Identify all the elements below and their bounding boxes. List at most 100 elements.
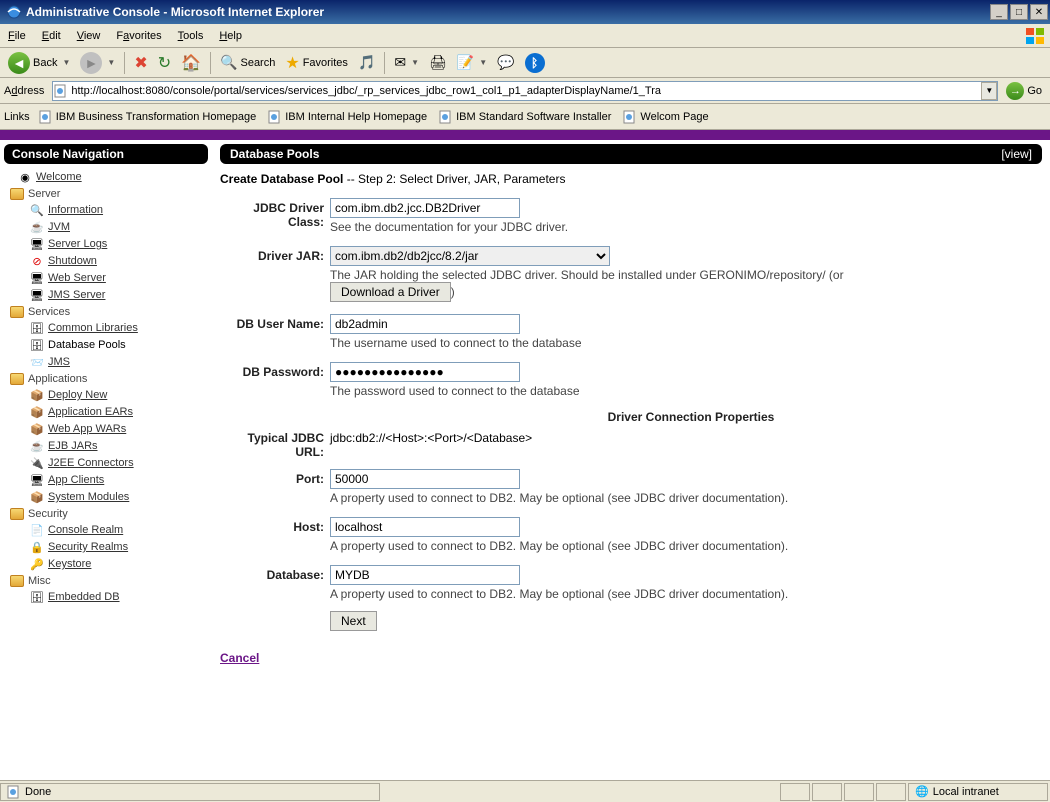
chevron-down-icon: ▼ bbox=[62, 58, 70, 67]
next-button[interactable]: Next bbox=[330, 611, 377, 631]
server-icon: 🖥 bbox=[30, 288, 44, 302]
hint-port: A property used to connect to DB2. May b… bbox=[330, 491, 1042, 505]
nav-system-modules[interactable]: System Modules bbox=[48, 491, 129, 503]
menu-help[interactable]: Help bbox=[219, 30, 242, 42]
stop-icon: ✖ bbox=[134, 53, 147, 73]
hint-driver-jar: The JAR holding the selected JDBC driver… bbox=[330, 268, 1042, 302]
hint-db-user: The username used to connect to the data… bbox=[330, 336, 1042, 350]
input-db-user[interactable] bbox=[330, 314, 520, 334]
mail-button[interactable]: ✉▼ bbox=[390, 52, 423, 73]
menu-favorites[interactable]: Favorites bbox=[116, 30, 161, 42]
accent-bar bbox=[0, 130, 1050, 140]
server-icon: 🖥 bbox=[30, 237, 44, 251]
stop-button[interactable]: ✖ bbox=[130, 51, 151, 75]
cancel-link[interactable]: Cancel bbox=[220, 651, 259, 665]
label-driver-class: JDBC Driver Class: bbox=[220, 198, 330, 244]
nav-welcome[interactable]: Welcome bbox=[36, 171, 82, 183]
nav-server-logs[interactable]: Server Logs bbox=[48, 238, 107, 250]
download-driver-button[interactable]: Download a Driver bbox=[330, 282, 451, 302]
db-icon: 🗄 bbox=[30, 338, 44, 352]
link-ibm-software[interactable]: IBM Standard Software Installer bbox=[436, 108, 614, 126]
address-input[interactable] bbox=[52, 81, 998, 101]
welcome-icon: ◉ bbox=[18, 170, 32, 184]
nav-embedded-db[interactable]: Embedded DB bbox=[48, 591, 120, 603]
input-driver-class[interactable] bbox=[330, 198, 520, 218]
separator bbox=[210, 52, 211, 74]
deploy-icon: 📦 bbox=[30, 388, 44, 402]
link-welcome[interactable]: Welcom Page bbox=[620, 108, 711, 126]
db-icon: 🗄 bbox=[30, 590, 44, 604]
main-panel: Database Pools [view] Create Database Po… bbox=[212, 140, 1050, 780]
menubar: File Edit View Favorites Tools Help bbox=[0, 24, 1050, 48]
hint-driver-class: See the documentation for your JDBC driv… bbox=[330, 220, 1042, 234]
window-title: Administrative Console - Microsoft Inter… bbox=[26, 5, 988, 19]
edit-button[interactable]: 📝▼ bbox=[453, 52, 491, 73]
nav-web-server[interactable]: Web Server bbox=[48, 272, 106, 284]
back-label: Back bbox=[33, 57, 57, 69]
status-cell-empty3 bbox=[844, 783, 874, 801]
home-button[interactable]: 🏠 bbox=[177, 51, 205, 75]
search-button[interactable]: 🔍Search bbox=[216, 52, 279, 73]
search-icon: 🔍 bbox=[220, 54, 237, 71]
link-ibm-help[interactable]: IBM Internal Help Homepage bbox=[265, 108, 430, 126]
go-button[interactable]: → Go bbox=[1002, 80, 1046, 102]
close-button[interactable]: ✕ bbox=[1030, 4, 1048, 20]
nav-web-wars[interactable]: Web App WARs bbox=[48, 423, 126, 435]
nav-jms-server[interactable]: JMS Server bbox=[48, 289, 105, 301]
label-host: Host: bbox=[220, 517, 330, 563]
search-icon: 🔍 bbox=[30, 203, 44, 217]
statusbar: Done 🌐 Local intranet bbox=[0, 780, 1050, 802]
favorites-button[interactable]: ★Favorites bbox=[281, 51, 352, 75]
breadcrumb-step: -- Step 2: Select Driver, JAR, Parameter… bbox=[343, 172, 565, 186]
address-label: Address bbox=[4, 85, 44, 97]
menu-tools[interactable]: Tools bbox=[178, 30, 204, 42]
chevron-down-icon: ▼ bbox=[479, 58, 487, 67]
nav-database-pools[interactable]: Database Pools bbox=[48, 339, 126, 351]
input-db-password[interactable] bbox=[330, 362, 520, 382]
address-dropdown-button[interactable]: ▼ bbox=[981, 82, 997, 100]
refresh-icon: ↻ bbox=[158, 53, 171, 73]
folder-icon bbox=[10, 188, 24, 200]
chevron-down-icon: ▼ bbox=[107, 58, 115, 67]
print-button[interactable]: 🖨 bbox=[425, 52, 451, 73]
input-database[interactable] bbox=[330, 565, 520, 585]
nav-security-realms[interactable]: Security Realms bbox=[48, 541, 128, 553]
nav-console-realm[interactable]: Console Realm bbox=[48, 524, 123, 536]
nav-jvm[interactable]: JVM bbox=[48, 221, 70, 233]
module-icon: 📦 bbox=[30, 490, 44, 504]
nav-ejb-jars[interactable]: EJB JARs bbox=[48, 440, 98, 452]
bluetooth-button[interactable]: ᛒ bbox=[521, 51, 549, 75]
nav-j2ee-connectors[interactable]: J2EE Connectors bbox=[48, 457, 134, 469]
chevron-down-icon: ▼ bbox=[411, 58, 419, 67]
media-button[interactable]: 🎵 bbox=[354, 52, 379, 73]
menu-edit[interactable]: Edit bbox=[42, 30, 61, 42]
star-icon: ★ bbox=[285, 53, 299, 73]
back-button[interactable]: ◄ Back ▼ bbox=[4, 50, 74, 76]
discuss-button[interactable]: 💬 bbox=[493, 52, 518, 73]
refresh-button[interactable]: ↻ bbox=[154, 51, 175, 75]
link-ibm-business[interactable]: IBM Business Transformation Homepage bbox=[36, 108, 260, 126]
nav-information[interactable]: Information bbox=[48, 204, 103, 216]
minimize-button[interactable]: _ bbox=[990, 4, 1008, 20]
menu-file[interactable]: File bbox=[8, 30, 26, 42]
war-icon: 📦 bbox=[30, 422, 44, 436]
nav-app-ears[interactable]: Application EARs bbox=[48, 406, 133, 418]
input-port[interactable] bbox=[330, 469, 520, 489]
nav-keystore[interactable]: Keystore bbox=[48, 558, 91, 570]
nav-jms[interactable]: JMS bbox=[48, 356, 70, 368]
nav-cat-services: Services bbox=[10, 306, 212, 318]
forward-button[interactable]: ► ▼ bbox=[76, 50, 119, 76]
panel-view-link[interactable]: [view] bbox=[1001, 147, 1032, 161]
nav-deploy-new[interactable]: Deploy New bbox=[48, 389, 107, 401]
nav-app-clients[interactable]: App Clients bbox=[48, 474, 104, 486]
select-driver-jar[interactable]: com.ibm.db2/db2jcc/8.2/jar bbox=[330, 246, 610, 266]
menu-view[interactable]: View bbox=[77, 30, 101, 42]
maximize-button[interactable]: □ bbox=[1010, 4, 1028, 20]
forward-icon: ► bbox=[80, 52, 102, 74]
nav-common-libraries[interactable]: Common Libraries bbox=[48, 322, 138, 334]
section-driver-connection-properties: Driver Connection Properties bbox=[340, 410, 1042, 424]
toolbar: ◄ Back ▼ ► ▼ ✖ ↻ 🏠 🔍Search ★Favorites 🎵 … bbox=[0, 48, 1050, 78]
nav-shutdown[interactable]: Shutdown bbox=[48, 255, 97, 267]
input-host[interactable] bbox=[330, 517, 520, 537]
status-cell-zone: 🌐 Local intranet bbox=[908, 783, 1048, 801]
